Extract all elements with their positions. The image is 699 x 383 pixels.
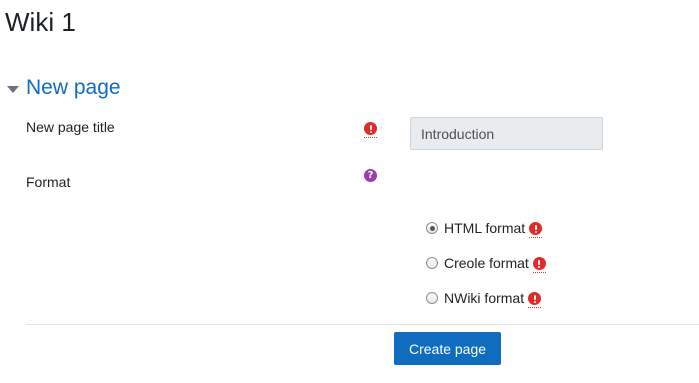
create-page-button[interactable]: Create page [394, 332, 501, 365]
section-toggle-new-page[interactable]: New page [7, 73, 121, 103]
format-label: Format [26, 174, 71, 190]
required-icon-wrapper[interactable] [528, 292, 542, 308]
format-option-creole[interactable]: Creole format [426, 253, 546, 273]
exclamation-circle-icon[interactable] [528, 292, 542, 305]
question-circle-icon[interactable]: ? [364, 169, 377, 182]
caret-down-icon[interactable] [7, 85, 19, 93]
exclamation-circle-icon[interactable] [529, 222, 543, 235]
form-divider [26, 324, 699, 325]
radio-html-format[interactable] [426, 222, 438, 234]
radio-label-creole-format[interactable]: Creole format [444, 255, 529, 271]
radio-label-nwiki-format[interactable]: NWiki format [444, 290, 524, 306]
radio-label-html-format[interactable]: HTML format [444, 220, 525, 236]
format-option-html[interactable]: HTML format [426, 218, 543, 238]
required-icon-wrapper[interactable] [529, 222, 543, 238]
format-option-nwiki[interactable]: NWiki format [426, 288, 542, 308]
required-icon-wrapper[interactable] [532, 257, 546, 273]
page-title: Wiki 1 [5, 7, 76, 37]
help-icon-wrapper[interactable]: ? [364, 169, 377, 184]
radio-nwiki-format[interactable] [426, 292, 438, 304]
new-page-title-input[interactable] [410, 117, 603, 150]
new-page-title-label: New page title [26, 119, 115, 135]
exclamation-circle-icon[interactable] [364, 122, 377, 135]
radio-creole-format[interactable] [426, 257, 438, 269]
exclamation-circle-icon[interactable] [532, 257, 546, 270]
section-title[interactable]: New page [26, 73, 121, 103]
required-icon-wrapper[interactable] [364, 122, 377, 138]
